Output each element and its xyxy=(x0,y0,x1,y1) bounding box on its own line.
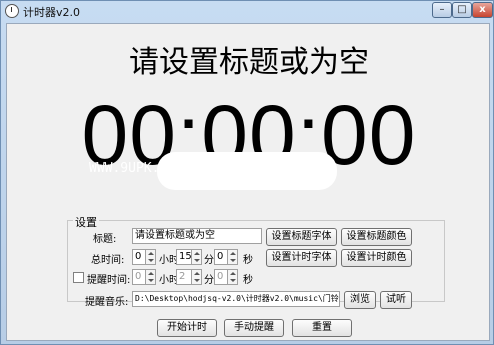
remind-minutes-input[interactable]: 2 xyxy=(176,269,192,285)
timer-heading: 请设置标题或为空 xyxy=(129,45,369,80)
close-button[interactable]: x xyxy=(472,2,493,18)
remind-minutes-spinner[interactable] xyxy=(191,269,202,285)
seconds-spinner[interactable] xyxy=(227,249,238,265)
remind-seconds-input[interactable]: 0 xyxy=(214,269,228,285)
app-window: 计时器v2.0 – □ x 请设置标题或为空 00:00:00 WWW.9UPK… xyxy=(0,0,494,345)
hours-spinner[interactable] xyxy=(145,249,156,265)
title-font-button[interactable]: 设置标题字体 xyxy=(266,228,337,246)
title-label: 标题: xyxy=(93,234,117,245)
timer-color-button[interactable]: 设置计时颜色 xyxy=(341,249,412,267)
remind-seconds-unit: 秒 xyxy=(243,275,253,286)
client-area: 请设置标题或为空 00:00:00 WWW.9UPK.COM 设置 标题: 请设… xyxy=(6,23,490,341)
remind-minutes-unit: 分 xyxy=(204,275,214,286)
preview-button[interactable]: 试听 xyxy=(380,291,412,309)
browse-button[interactable]: 浏览 xyxy=(344,291,376,309)
start-button[interactable]: 开始计时 xyxy=(157,319,217,337)
total-time-label: 总时间: xyxy=(91,255,125,266)
manual-remind-button[interactable]: 手动提醒 xyxy=(224,319,284,337)
settings-group-label: 设置 xyxy=(73,214,99,230)
remind-hours-input[interactable]: 0 xyxy=(132,269,146,285)
minutes-unit: 分 xyxy=(204,255,214,266)
remind-checkbox[interactable] xyxy=(73,272,84,283)
remind-seconds-spinner[interactable] xyxy=(227,269,238,285)
watermark-overlay xyxy=(157,152,337,190)
remind-hours-spinner[interactable] xyxy=(145,269,156,285)
title-bar[interactable]: 计时器v2.0 – □ x xyxy=(1,1,493,22)
minimize-button[interactable]: – xyxy=(432,2,452,18)
remind-music-label: 提醒音乐: xyxy=(85,297,129,308)
seconds-unit: 秒 xyxy=(243,255,253,266)
window-title: 计时器v2.0 xyxy=(23,6,81,19)
music-path-input[interactable]: D:\Desktop\hodjsq-v2.0\计时器v2.0\music\门铃.… xyxy=(132,291,340,307)
minutes-spinner[interactable] xyxy=(191,249,202,265)
title-color-button[interactable]: 设置标题颜色 xyxy=(341,228,412,246)
minutes-input[interactable]: 15 xyxy=(176,249,192,265)
remind-time-label: 提醒时间: xyxy=(87,275,131,286)
title-input[interactable]: 请设置标题或为空 xyxy=(132,228,262,244)
watermark-text: WWW.9UPK.COM xyxy=(89,161,183,176)
timer-font-button[interactable]: 设置计时字体 xyxy=(266,249,337,267)
maximize-button[interactable]: □ xyxy=(452,2,472,18)
hours-input[interactable]: 0 xyxy=(132,249,146,265)
clock-icon xyxy=(5,4,19,18)
seconds-input[interactable]: 0 xyxy=(214,249,228,265)
reset-button[interactable]: 重置 xyxy=(292,319,352,337)
